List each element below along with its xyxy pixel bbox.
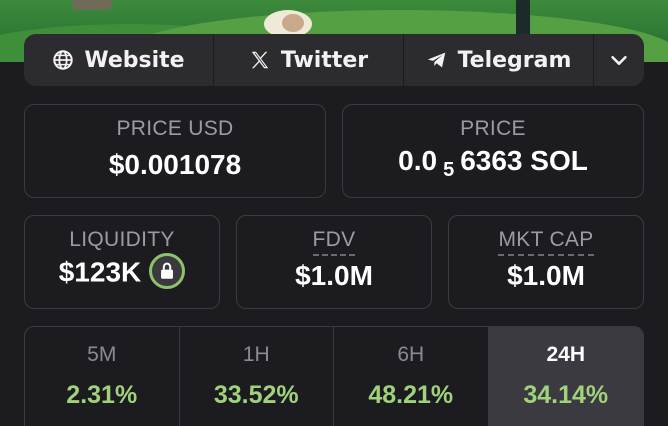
mkt-cap-value: $1.0M <box>507 260 585 291</box>
tab-6h-label: 6H <box>397 343 425 366</box>
fdv-label[interactable]: FDV <box>312 228 356 256</box>
fdv-card: FDV $1.0M <box>236 215 432 309</box>
liquidity-value-row: $123K <box>25 253 219 292</box>
liquidity-value: $123K <box>58 256 142 288</box>
tab-5m-change: 2.31% <box>66 381 138 409</box>
price-sol-prefix: 0.0 <box>398 145 438 176</box>
price-usd-value: $0.001078 <box>108 149 242 180</box>
tab-6h[interactable]: 6H 48.21% <box>334 327 489 426</box>
liquidity-label: LIQUIDITY <box>69 228 175 251</box>
price-sol-value: 0.0 5 6363 SOL <box>343 145 643 181</box>
telegram-button[interactable]: Telegram <box>404 34 594 86</box>
price-sol-card: PRICE 0.0 5 6363 SOL <box>342 104 644 198</box>
mkt-cap-label[interactable]: MKT CAP <box>498 228 594 256</box>
tab-5m[interactable]: 5M 2.31% <box>25 327 180 426</box>
chevron-down-icon <box>611 55 627 65</box>
tab-1h-change: 33.52% <box>213 381 299 409</box>
globe-icon <box>53 50 74 70</box>
price-sol-digits: 6363 SOL <box>460 145 588 176</box>
price-usd-label: PRICE USD <box>116 117 234 140</box>
timeframe-tabs: 5M 2.31% 1H 33.52% 6H 48.21% 24H 34.14% <box>24 326 644 426</box>
website-label: Website <box>84 47 185 73</box>
social-links-bar: Website Twitter Telegram <box>24 34 644 86</box>
liquidity-card: LIQUIDITY $123K <box>24 215 220 309</box>
tab-1h-label: 1H <box>242 343 270 366</box>
telegram-icon <box>427 52 445 68</box>
tab-6h-change: 48.21% <box>368 381 454 409</box>
twitter-label: Twitter <box>280 47 369 73</box>
mkt-cap-card: MKT CAP $1.0M <box>448 215 644 309</box>
fdv-value: $1.0M <box>295 260 373 291</box>
banner-post <box>516 0 530 36</box>
price-sol-zero-count: 5 <box>443 159 455 181</box>
tab-1h[interactable]: 1H 33.52% <box>180 327 334 426</box>
price-usd-card: PRICE USD $0.001078 <box>24 104 326 198</box>
lock-icon[interactable] <box>149 253 186 289</box>
tab-24h[interactable]: 24H 34.14% <box>488 327 643 426</box>
banner-stone <box>72 0 112 10</box>
x-logo-icon <box>251 51 269 69</box>
sheep-illustration <box>258 4 316 38</box>
website-button[interactable]: Website <box>24 34 214 86</box>
price-sol-label: PRICE <box>460 117 526 140</box>
tab-24h-label: 24H <box>546 343 586 366</box>
more-links-button[interactable] <box>594 34 644 86</box>
tab-5m-label: 5M <box>87 343 117 366</box>
twitter-button[interactable]: Twitter <box>214 34 404 86</box>
telegram-label: Telegram <box>457 47 572 73</box>
tab-24h-change: 34.14% <box>523 381 609 409</box>
